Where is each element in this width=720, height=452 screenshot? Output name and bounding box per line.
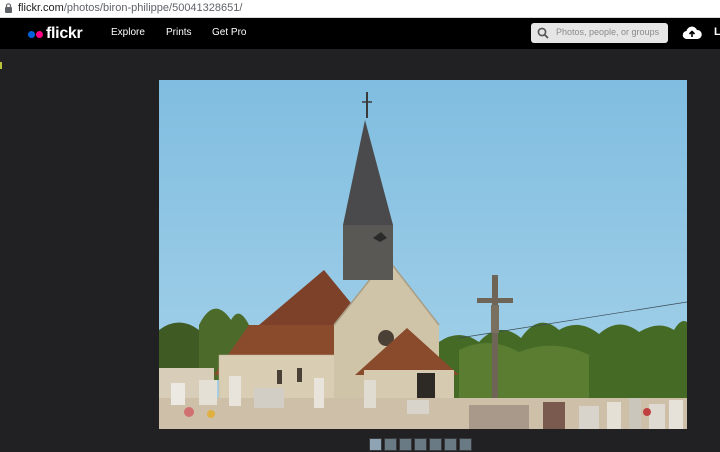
filmstrip-thumb[interactable] [399,438,412,451]
search-placeholder: Photos, people, or groups [556,27,660,37]
flickr-logo[interactable]: flickr [28,24,83,44]
filmstrip [369,438,472,452]
nav-get-pro[interactable]: Get Pro [212,27,246,38]
search-icon [537,27,549,39]
logo-text: flickr [46,25,83,42]
browser-address-bar[interactable]: flickr.com/photos/biron-philippe/5004132… [0,0,720,18]
church-photo [159,80,687,429]
filmstrip-thumb[interactable] [414,438,427,451]
filmstrip-thumb[interactable] [444,438,457,451]
nav-prints[interactable]: Prints [166,27,192,38]
user-menu[interactable]: L [714,26,720,38]
search-box[interactable]: Photos, people, or groups [531,23,668,43]
filmstrip-thumb[interactable] [429,438,442,451]
filmstrip-thumb[interactable] [459,438,472,451]
url-text[interactable]: flickr.com/photos/biron-philippe/5004132… [18,2,242,14]
url-path: /photos/biron-philippe/50041328651/ [63,2,243,14]
main-photo[interactable] [159,80,687,429]
logo-dot-pink [36,30,43,38]
nav-explore[interactable]: Explore [111,27,145,38]
filmstrip-thumb[interactable] [369,438,382,451]
edge-marker [0,62,2,69]
url-domain: flickr.com [18,2,64,14]
lock-icon [5,3,12,13]
cloud-upload-icon[interactable] [682,25,702,40]
top-nav: flickr Explore Prints Get Pro Photos, pe… [0,18,720,49]
filmstrip-thumb[interactable] [384,438,397,451]
logo-dot-blue [28,30,35,38]
